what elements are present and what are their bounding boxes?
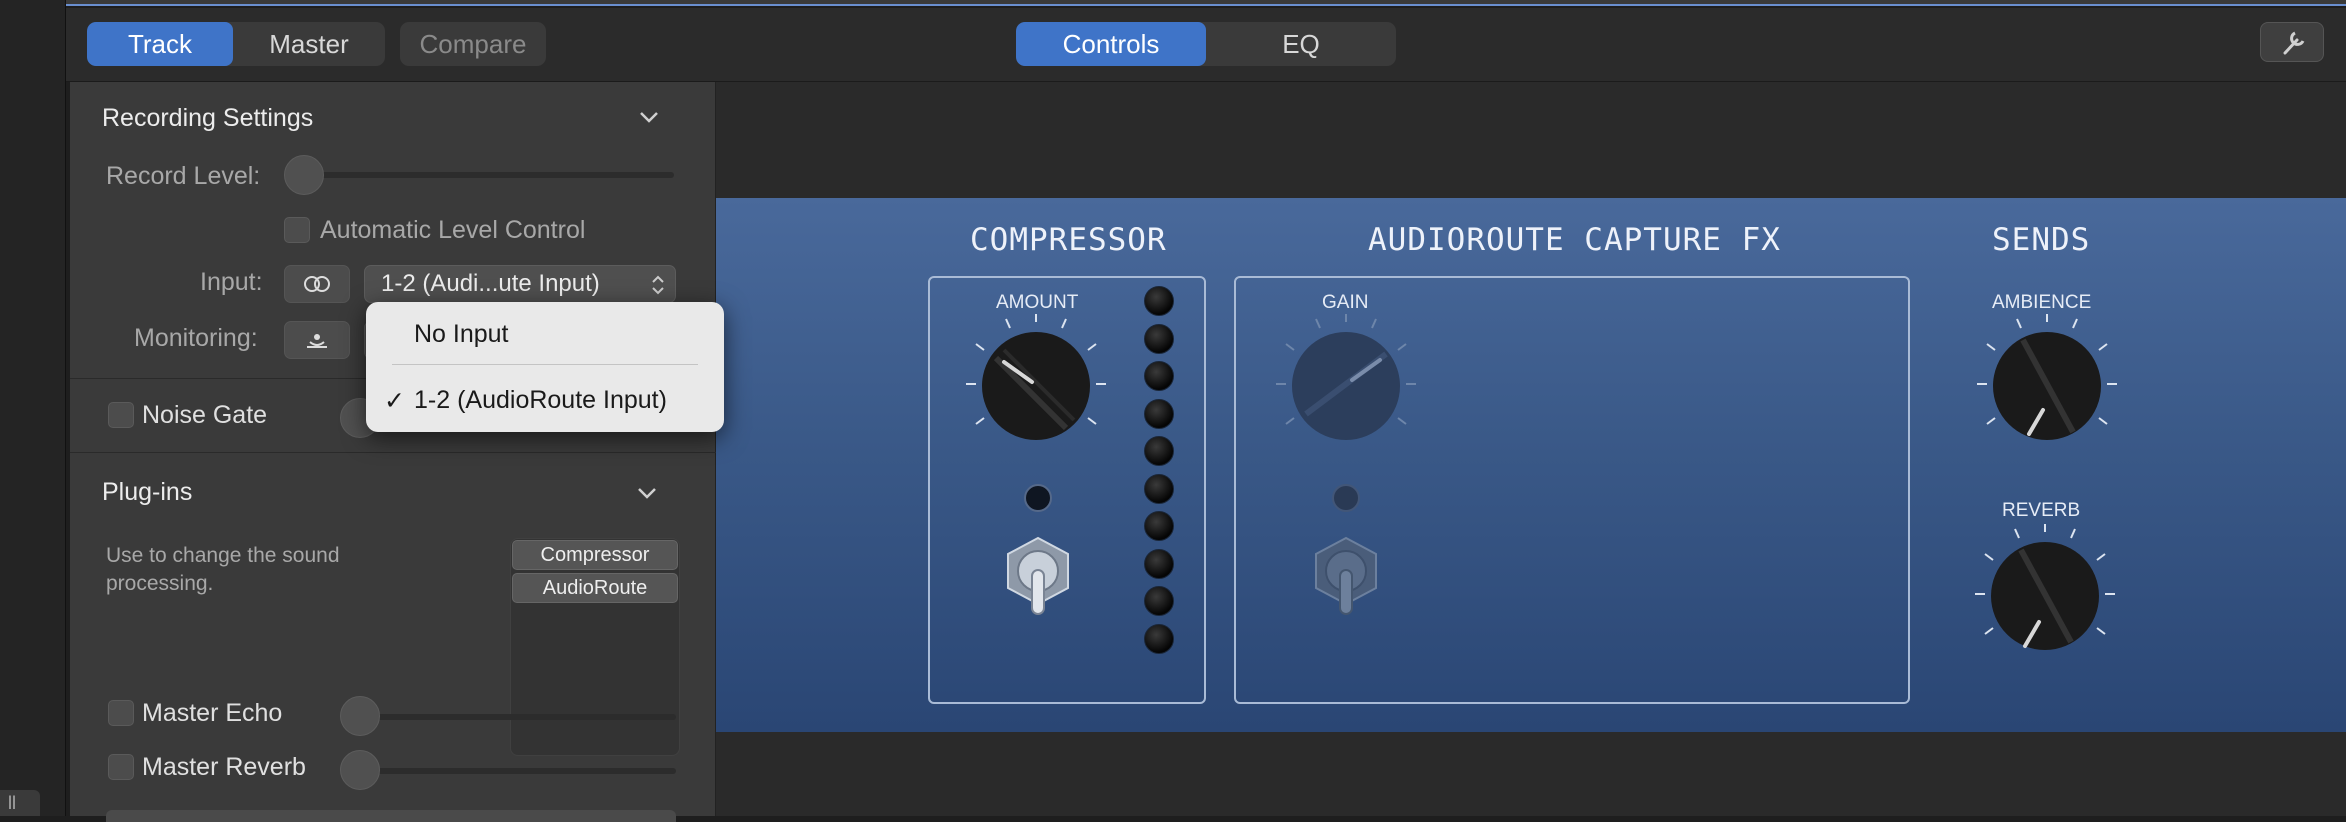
meter-led	[1144, 286, 1174, 316]
divider	[70, 452, 716, 453]
smart-controls-toolbar: Track Master Compare Controls EQ	[66, 8, 2346, 82]
stereo-rings-icon	[304, 276, 330, 292]
monitoring-button[interactable]	[284, 321, 350, 359]
meter-led	[1144, 511, 1174, 541]
chevron-down-icon[interactable]	[638, 106, 660, 128]
plugins-description: Use to change the sound processing.	[106, 544, 340, 595]
meter-led	[1144, 398, 1174, 429]
menu-item-label: 1-2 (AudioRoute Input)	[414, 386, 667, 414]
checkmark-icon: ✓	[384, 387, 405, 415]
next-section-edge	[106, 810, 676, 822]
left-sidebar-edge: ll	[0, 0, 66, 816]
tab-master[interactable]: Master	[233, 22, 385, 66]
compare-button-wrap: Compare	[400, 22, 546, 66]
record-level-label: Record Level:	[106, 162, 261, 190]
tab-eq[interactable]: EQ	[1206, 22, 1396, 66]
compressor-level-meter	[1140, 286, 1176, 686]
plugin-footer-band	[716, 732, 2346, 816]
meter-led	[1144, 436, 1174, 466]
gain-indicator-light	[1332, 484, 1360, 512]
input-value: 1-2 (Audi...ute Input)	[381, 270, 600, 297]
recording-settings-title: Recording Settings	[102, 104, 314, 132]
inspector-panel: Recording Settings Record Level: Automat…	[70, 82, 716, 822]
master-echo-label: Master Echo	[142, 699, 283, 727]
monitoring-icon	[307, 334, 327, 348]
meter-led	[1144, 361, 1174, 391]
plugin-area: COMPRESSOR AUDIOROUTE CAPTURE FX SENDS A…	[716, 82, 2346, 816]
plugin-slots-well	[510, 538, 680, 756]
input-popup[interactable]: 1-2 (Audi...ute Input)	[364, 265, 676, 303]
gain-knob[interactable]	[1276, 314, 1416, 454]
input-format-button[interactable]	[284, 265, 350, 303]
meter-led	[1144, 473, 1174, 504]
gain-label: GAIN	[1322, 292, 1369, 313]
menu-item-no-input[interactable]: No Input	[366, 320, 724, 349]
ambience-label: AMBIENCE	[1992, 292, 2092, 313]
plugin-header-band	[716, 82, 2346, 198]
plugin-slot-audioroute[interactable]: AudioRoute	[512, 573, 678, 603]
monitoring-label: Monitoring:	[134, 324, 258, 352]
compressor-indicator-light	[1024, 484, 1052, 512]
reverb-label: REVERB	[2002, 500, 2081, 521]
meter-led	[1144, 623, 1174, 654]
gain-toggle-switch[interactable]	[1310, 532, 1382, 618]
plugin-slot-compressor[interactable]: Compressor	[512, 540, 678, 570]
track-master-segmented-control: Track Master	[87, 22, 385, 66]
wrench-button[interactable]	[2260, 22, 2324, 62]
tab-controls[interactable]: Controls	[1016, 22, 1206, 66]
audioroute-plugin-panel: COMPRESSOR AUDIOROUTE CAPTURE FX SENDS A…	[716, 198, 2346, 732]
menu-item-label: No Input	[414, 320, 509, 348]
input-label: Input:	[200, 268, 263, 296]
automatic-level-checkbox[interactable]	[284, 217, 310, 243]
menu-separator	[392, 364, 698, 365]
updown-arrows-icon	[652, 275, 664, 295]
menu-item-input-1-2[interactable]: ✓ 1-2 (AudioRoute Input)	[366, 386, 724, 415]
record-level-track[interactable]	[310, 172, 674, 178]
corner-button[interactable]: ll	[0, 790, 40, 816]
noise-gate-label: Noise Gate	[142, 401, 268, 429]
master-echo-checkbox[interactable]	[108, 700, 134, 726]
automatic-level-label: Automatic Level Control	[320, 216, 586, 244]
chevron-down-icon[interactable]	[636, 482, 658, 504]
master-echo-track[interactable]	[370, 714, 676, 720]
capture-fx-title: AUDIOROUTE CAPTURE FX	[1368, 222, 1781, 258]
wrench-icon	[2283, 31, 2305, 55]
master-reverb-label: Master Reverb	[142, 753, 306, 781]
ambience-knob[interactable]	[1964, 314, 2130, 454]
input-dropdown-menu: No Input ✓ 1-2 (AudioRoute Input)	[366, 302, 724, 432]
master-echo-thumb[interactable]	[340, 696, 380, 736]
compressor-toggle-switch[interactable]	[1002, 532, 1074, 618]
meter-led	[1144, 548, 1174, 579]
sends-title: SENDS	[1992, 222, 2091, 258]
master-reverb-track[interactable]	[370, 768, 676, 774]
window-top-border	[66, 0, 2346, 6]
compressor-title: COMPRESSOR	[970, 222, 1167, 258]
compare-button[interactable]: Compare	[400, 22, 546, 66]
meter-led	[1144, 586, 1174, 616]
controls-eq-segmented-control: Controls EQ	[1016, 22, 1396, 66]
amount-label: AMOUNT	[996, 292, 1079, 313]
amount-knob[interactable]	[966, 314, 1106, 454]
plugins-title: Plug-ins	[102, 478, 193, 506]
master-reverb-checkbox[interactable]	[108, 754, 134, 780]
record-level-thumb[interactable]	[284, 155, 324, 195]
noise-gate-checkbox[interactable]	[108, 402, 134, 428]
meter-led	[1144, 323, 1174, 354]
tab-track[interactable]: Track	[87, 22, 233, 66]
reverb-knob[interactable]	[1962, 524, 2128, 664]
master-reverb-thumb[interactable]	[340, 750, 380, 790]
